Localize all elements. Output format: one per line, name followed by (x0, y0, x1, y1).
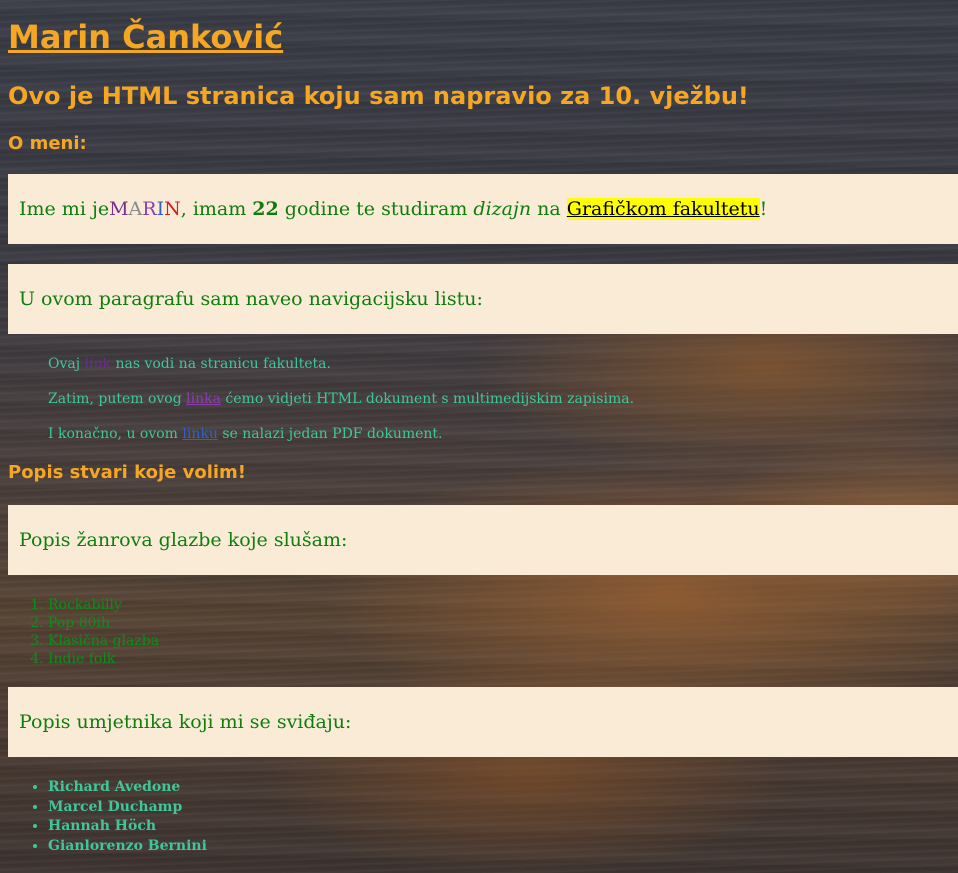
marin-letter-r: R (142, 198, 157, 220)
nav-item-1: Ovaj link nas vodi na stranicu fakulteta… (48, 356, 331, 372)
nav-item-1-after: nas vodi na stranicu fakulteta. (111, 356, 331, 372)
about-heading: O meni: (8, 133, 87, 154)
nav-item-3-before: I konačno, u ovom (48, 426, 183, 442)
marin-letter-i: I (156, 198, 165, 220)
marin-letter-m: M (109, 198, 129, 220)
list-item: Rockabilly (48, 596, 159, 614)
faculty-highlight: Grafičkom fakultetu (566, 198, 760, 220)
nav-item-2: Zatim, putem ovog linka ćemo vidjeti HTM… (48, 391, 634, 407)
list-item: Marcel Duchamp (48, 798, 207, 818)
about-text-1: Ime mi je (19, 198, 110, 220)
list-item: Richard Avedone (48, 778, 207, 798)
page-title: Marin Čanković (8, 18, 284, 56)
nav-item-3: I konačno, u ovom linku se nalazi jedan … (48, 426, 443, 442)
genres-title: Popis žanrova glazbe koje slušam: (8, 505, 958, 575)
about-text-2: , imam (180, 198, 253, 220)
genres-list: Rockabilly Pop 80ih Klasična glazba Indi… (0, 596, 159, 668)
about-text-3: godine te studiram (278, 198, 474, 220)
artists-list: Richard Avedone Marcel Duchamp Hannah Hö… (0, 778, 207, 856)
study-field: dizajn (473, 198, 532, 220)
nav-item-2-before: Zatim, putem ovog (48, 391, 187, 407)
list-item: Pop 80ih (48, 614, 159, 632)
faculty-link[interactable]: link (85, 356, 111, 372)
list-item: Klasična glazba (48, 632, 159, 650)
about-text-5: ! (759, 198, 768, 220)
about-paragraph: Ime mi je MARIN , imam 22 godine te stud… (8, 174, 958, 244)
nav-item-3-after: se nalazi jedan PDF dokument. (217, 426, 443, 442)
marin-letter-a: A (128, 198, 143, 220)
about-text-4: na (531, 198, 567, 220)
list-item: Gianlorenzo Bernini (48, 837, 207, 857)
multimedia-link[interactable]: linka (186, 391, 221, 407)
list-item: Indie folk (48, 650, 159, 668)
nav-intro-paragraph: U ovom paragrafu sam naveo navigacijsku … (8, 264, 958, 334)
marin-name: MARIN (109, 198, 181, 220)
likes-heading: Popis stvari koje volim! (8, 462, 247, 483)
list-item: Hannah Höch (48, 817, 207, 837)
page-subtitle: Ovo je HTML stranica koju sam napravio z… (8, 82, 749, 110)
age-value: 22 (252, 198, 279, 220)
nav-item-2-after: ćemo vidjeti HTML dokument s multimedijs… (220, 391, 635, 407)
marin-letter-n: N (164, 198, 181, 220)
nav-item-1-before: Ovaj (48, 356, 85, 372)
artists-title: Popis umjetnika koji mi se sviđaju: (8, 687, 958, 757)
pdf-link[interactable]: linku (182, 426, 217, 442)
